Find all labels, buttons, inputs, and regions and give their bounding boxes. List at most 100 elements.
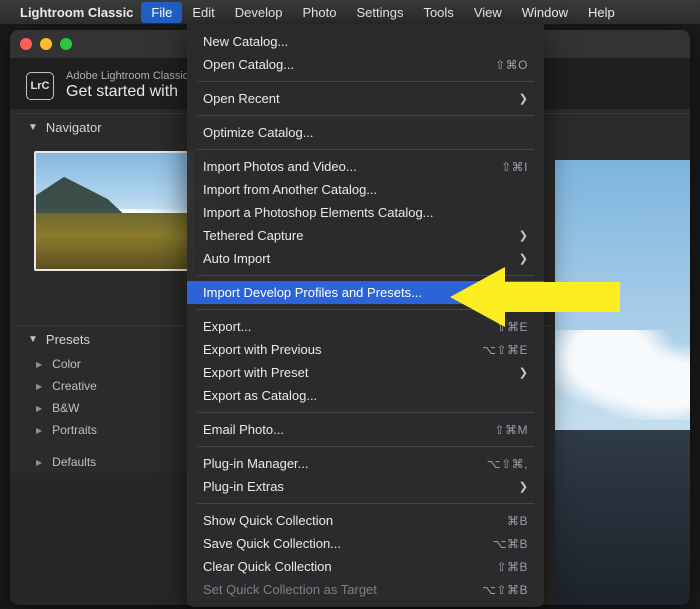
menu-item[interactable]: New Catalog... (187, 30, 544, 53)
menubar-item-window[interactable]: Window (512, 2, 578, 23)
menu-item-label: Clear Quick Collection (203, 559, 332, 574)
triangle-down-icon: ▼ (28, 334, 38, 345)
menu-item[interactable]: Save Quick Collection... ⌥⌘B (187, 532, 544, 555)
menu-item[interactable]: Auto Import ❯ (187, 247, 544, 270)
chevron-right-icon: ❯ (519, 229, 528, 242)
menubar-item-file[interactable]: File (141, 2, 182, 23)
menu-item-label: Export as Catalog... (203, 388, 317, 403)
menu-item-shortcut: ⇧⌘I (501, 160, 528, 174)
navigator-thumbnail[interactable] (34, 151, 194, 271)
triangle-down-icon: ▼ (28, 122, 38, 133)
menu-item-label: Set Quick Collection as Target (203, 582, 377, 597)
triangle-right-icon: ▶ (36, 404, 42, 413)
menu-item-shortcut: ⌥⌘B (493, 537, 528, 551)
chevron-right-icon: ❯ (519, 252, 528, 265)
preset-group-label: Portraits (52, 423, 97, 437)
triangle-right-icon: ▶ (36, 426, 42, 435)
menu-item-label: Import a Photoshop Elements Catalog... (203, 205, 434, 220)
menu-item-shortcut: ⇧⌘E (496, 320, 528, 334)
menu-separator (197, 149, 534, 150)
chevron-right-icon: ❯ (519, 480, 528, 493)
menu-item-shortcut: ⌥⇧⌘B (482, 583, 528, 597)
menu-item[interactable]: Optimize Catalog... (187, 121, 544, 144)
menu-item[interactable]: Plug-in Manager... ⌥⇧⌘, (187, 452, 544, 475)
preset-group-label: Creative (52, 379, 97, 393)
preset-group-label: Color (52, 357, 81, 371)
menu-separator (197, 275, 534, 276)
menu-item-shortcut: ⌥⇧⌘, (487, 457, 528, 471)
main-photo-clouds (555, 330, 690, 420)
menu-separator (197, 115, 534, 116)
chevron-right-icon: ❯ (519, 92, 528, 105)
navigator-title: Navigator (46, 120, 102, 135)
menu-item-label: Import Photos and Video... (203, 159, 357, 174)
menu-item-shortcut: ⌘B (507, 514, 528, 528)
menu-item-label: Export with Preset (203, 365, 309, 380)
main-photo-ground (555, 430, 690, 605)
lrc-logo: LrC (26, 72, 54, 100)
menu-item[interactable]: Export as Catalog... (187, 384, 544, 407)
menu-item-shortcut: ⇧⌘O (495, 58, 528, 72)
presets-title: Presets (46, 332, 90, 347)
app-header-subtitle: Adobe Lightroom Classic (66, 70, 188, 83)
menu-separator (197, 446, 534, 447)
menu-item-shortcut: ⇧⌘B (496, 560, 528, 574)
menu-item-label: Plug-in Extras (203, 479, 284, 494)
menu-item-label: Optimize Catalog... (203, 125, 314, 140)
preset-group-label: B&W (52, 401, 79, 415)
menu-separator (197, 81, 534, 82)
menubar-item-edit[interactable]: Edit (182, 2, 224, 23)
defaults-label: Defaults (52, 455, 96, 469)
menu-item[interactable]: Import Photos and Video... ⇧⌘I (187, 155, 544, 178)
menu-item[interactable]: Plug-in Extras ❯ (187, 475, 544, 498)
menu-item[interactable]: Show Quick Collection ⌘B (187, 509, 544, 532)
menu-item-label: Email Photo... (203, 422, 284, 437)
menu-item-label: Show Quick Collection (203, 513, 333, 528)
menu-separator (197, 309, 534, 310)
menu-item[interactable]: Import Develop Profiles and Presets... (187, 281, 544, 304)
menubar-item-settings[interactable]: Settings (346, 2, 413, 23)
menu-item[interactable]: Import from Another Catalog... (187, 178, 544, 201)
window-close-button[interactable] (20, 38, 32, 50)
file-menu-dropdown: New Catalog... Open Catalog... ⇧⌘O Open Rec… (187, 24, 544, 607)
menu-item-label: Import from Another Catalog... (203, 182, 377, 197)
triangle-right-icon: ▶ (36, 360, 42, 369)
menu-item-label: Plug-in Manager... (203, 456, 309, 471)
menu-item[interactable]: Open Recent ❯ (187, 87, 544, 110)
chevron-right-icon: ❯ (519, 366, 528, 379)
menu-item-shortcut: ⌥⇧⌘E (482, 343, 528, 357)
menu-item[interactable]: Email Photo... ⇧⌘M (187, 418, 544, 441)
menu-item-label: Open Catalog... (203, 57, 294, 72)
menubar-item-develop[interactable]: Develop (225, 2, 293, 23)
menu-item-label: Export... (203, 319, 251, 334)
menu-item[interactable]: Export with Preset ❯ (187, 361, 544, 384)
menu-item[interactable]: Import a Photoshop Elements Catalog... (187, 201, 544, 224)
triangle-right-icon: ▶ (36, 382, 42, 391)
menubar-item-photo[interactable]: Photo (292, 2, 346, 23)
menu-item-label: Auto Import (203, 251, 270, 266)
menu-item[interactable]: Export... ⇧⌘E (187, 315, 544, 338)
menu-item-label: Save Quick Collection... (203, 536, 341, 551)
window-minimize-button[interactable] (40, 38, 52, 50)
app-header-title: Get started with (66, 83, 188, 101)
menu-item: Set Quick Collection as Target ⌥⇧⌘B (187, 578, 544, 601)
menu-item-label: Open Recent (203, 91, 280, 106)
menu-item-label: Export with Previous (203, 342, 322, 357)
triangle-right-icon: ▶ (36, 458, 42, 467)
menu-item-label: Import Develop Profiles and Presets... (203, 285, 422, 300)
menu-item[interactable]: Export with Previous ⌥⇧⌘E (187, 338, 544, 361)
menu-item-label: New Catalog... (203, 34, 288, 49)
menubar-app-name[interactable]: Lightroom Classic (20, 5, 133, 20)
menu-item[interactable]: Clear Quick Collection ⇧⌘B (187, 555, 544, 578)
menu-separator (197, 412, 534, 413)
menubar-item-help[interactable]: Help (578, 2, 625, 23)
menubar-item-view[interactable]: View (464, 2, 512, 23)
menu-item-shortcut: ⇧⌘M (494, 423, 528, 437)
menu-item[interactable]: Open Catalog... ⇧⌘O (187, 53, 544, 76)
menu-item-label: Tethered Capture (203, 228, 303, 243)
menubar-item-tools[interactable]: Tools (413, 2, 463, 23)
macos-menubar: Lightroom Classic FileEditDevelopPhotoSe… (0, 0, 700, 24)
menu-item[interactable]: Tethered Capture ❯ (187, 224, 544, 247)
menu-separator (197, 503, 534, 504)
window-maximize-button[interactable] (60, 38, 72, 50)
